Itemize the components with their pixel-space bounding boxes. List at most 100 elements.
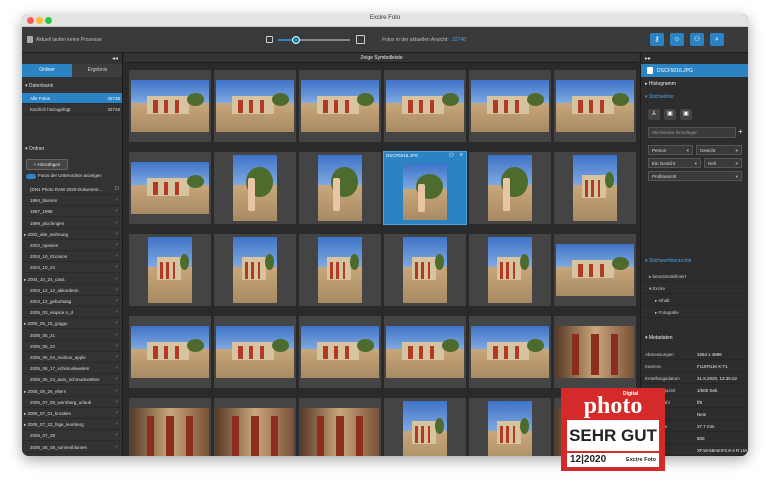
folder-item[interactable]: 2004_10_24 ✓ bbox=[22, 262, 122, 274]
keyword-tag[interactable]: Hell × bbox=[704, 158, 742, 168]
thumbnail-size-slider[interactable] bbox=[278, 36, 350, 44]
folder-item[interactable]: 2004_10_01canon ✓ bbox=[22, 251, 122, 263]
collapse-left-icon[interactable]: ◂◂ bbox=[112, 55, 118, 62]
thumbnail-cell[interactable] bbox=[554, 234, 636, 306]
collapse-right-icon[interactable]: ▸▸ bbox=[645, 55, 651, 62]
folder-item[interactable]: 1994_blumen ✓ bbox=[22, 195, 122, 207]
metadata-key: Erstellungsdatum bbox=[645, 376, 680, 381]
hierarchy-item[interactable]: ▸ benutzerdefiniert bbox=[641, 271, 748, 282]
search-icon[interactable]: ⌕ bbox=[710, 33, 724, 46]
thumbnail-cell[interactable] bbox=[384, 316, 466, 388]
thumbnail-cell[interactable] bbox=[469, 398, 551, 456]
key-icon[interactable]: ⚷ bbox=[650, 33, 664, 46]
database-header[interactable]: ▾ Datenbank bbox=[22, 81, 122, 92]
folder-item[interactable]: 2005_06_24_auto_schmuckwelten ✓ bbox=[22, 374, 122, 386]
tab-results[interactable]: Ergebnis bbox=[72, 64, 122, 77]
folder-item[interactable]: ▸ 2004_10_24_casa ✓ bbox=[22, 274, 122, 285]
slider-knob[interactable] bbox=[292, 36, 300, 44]
thumbnail-cell[interactable] bbox=[129, 70, 211, 142]
add-image-icon[interactable]: ▣ bbox=[664, 109, 676, 120]
thumbnail-cell[interactable] bbox=[129, 234, 211, 306]
db-row-label: Alle Fotos bbox=[30, 96, 51, 101]
thumbnail-cell[interactable] bbox=[554, 152, 636, 224]
thumbnail-cell[interactable]: DSCF5016.JPG ⚇ ⌕ bbox=[383, 151, 467, 225]
thumbnail-cell[interactable] bbox=[384, 70, 466, 142]
folder-item[interactable]: ▸ 2005_06_26_eltern ✓ bbox=[22, 386, 122, 397]
thumbnail-cell[interactable] bbox=[299, 398, 381, 456]
folder-item[interactable]: 2005_07_06_wernberg_urlaub ✓ bbox=[22, 397, 122, 408]
add-keyword-icon[interactable]: + bbox=[738, 127, 748, 138]
folder-item[interactable]: 2005_05_22 ✓ bbox=[22, 341, 122, 352]
remove-tag-icon[interactable]: × bbox=[694, 159, 697, 168]
people-icon[interactable]: ⚇ bbox=[690, 33, 704, 46]
face-icon[interactable]: ☺ bbox=[670, 33, 684, 46]
histogram-header[interactable]: ▸ Histogramm bbox=[641, 81, 748, 87]
symbol-bar-toggle[interactable]: Zeige Symbolleiste bbox=[124, 53, 639, 63]
keywords-header[interactable]: ▾ Stichwörter bbox=[641, 94, 748, 100]
folder-item[interactable]: 2005_07_28 ✓ bbox=[22, 430, 122, 442]
thumbnail-cell[interactable] bbox=[214, 316, 296, 388]
thumbnail-cell[interactable] bbox=[214, 234, 296, 306]
folder-item[interactable]: (DN1 Photo RAW 2020-Dokument… ☐ bbox=[22, 184, 122, 195]
folder-item[interactable]: 1997_1998 ✓ bbox=[22, 206, 122, 218]
metadata-header[interactable]: ▾ Metadaten bbox=[641, 335, 748, 341]
folder-item[interactable]: 2004_12_geburtstag ✓ bbox=[22, 296, 122, 307]
thumbnail-cell[interactable] bbox=[299, 70, 381, 142]
hierarchy-item[interactable]: ▸ Inhalt bbox=[641, 295, 748, 306]
tab-folders[interactable]: Ordner bbox=[22, 64, 72, 77]
keyword-tag[interactable]: Ein Gesicht × bbox=[648, 158, 701, 168]
small-thumbnail-icon[interactable] bbox=[266, 36, 273, 43]
folder-item[interactable]: 2004_12_12_akkordeon ✓ bbox=[22, 285, 122, 296]
folders-header[interactable]: ▾ Ordner bbox=[22, 144, 122, 155]
thumbnail-cell[interactable] bbox=[384, 398, 466, 456]
thumbnail-cell[interactable] bbox=[129, 152, 211, 224]
keyword-tag[interactable]: Person × bbox=[648, 145, 693, 155]
remove-tag-icon[interactable]: × bbox=[686, 146, 689, 155]
thumbnail-cell[interactable] bbox=[554, 70, 636, 142]
thumbnail-cell[interactable] bbox=[384, 234, 466, 306]
keyword-tag[interactable]: Profilansicht × bbox=[648, 171, 742, 181]
folder-item[interactable]: 2005_03_elopice n_d ✓ bbox=[22, 307, 122, 319]
db-row-all-photos[interactable]: Alle Fotos 32748 bbox=[22, 93, 122, 104]
thumbnail-cell[interactable] bbox=[554, 316, 636, 388]
thumbnail-cell[interactable] bbox=[299, 152, 381, 224]
thumbnail-cell[interactable] bbox=[214, 398, 296, 456]
thumbnail-cell[interactable] bbox=[129, 316, 211, 388]
folder-item[interactable]: ▸ 2005_05_15_goggo ✓ bbox=[22, 318, 122, 330]
thumbnail-cell[interactable] bbox=[214, 152, 296, 224]
search-icon[interactable]: ⌕ bbox=[460, 152, 463, 159]
people-icon[interactable]: ⚇ bbox=[449, 152, 454, 159]
remove-tag-icon[interactable]: × bbox=[735, 172, 738, 181]
thumbnail-cell[interactable] bbox=[469, 152, 551, 224]
add-folder-button[interactable]: + Hinzufügen bbox=[26, 159, 68, 170]
folder-item[interactable]: ▸ 2005_07_01_kroatien ✓ bbox=[22, 408, 122, 419]
folder-label: 2005_06_04_markus_apple bbox=[30, 355, 86, 360]
subfolder-toggle[interactable] bbox=[26, 174, 36, 179]
thumbnail-cell[interactable] bbox=[214, 70, 296, 142]
thumbnail-cell[interactable] bbox=[469, 316, 551, 388]
keyword-tag[interactable]: Gesicht × bbox=[696, 145, 742, 155]
folder-item[interactable]: 2005_08_08_sonnenblumen ✓ bbox=[22, 442, 122, 453]
folder-item[interactable]: 2005_05_21 ✓ bbox=[22, 330, 122, 341]
folder-item[interactable]: 2005_06_17_schimuskweiten ✓ bbox=[22, 363, 122, 375]
remove-tag-icon[interactable]: × bbox=[735, 159, 738, 168]
folder-item[interactable]: ▸ 2005_07_22_löge_leonberg ✓ bbox=[22, 419, 122, 431]
remove-image-icon[interactable]: ▣ bbox=[680, 109, 692, 120]
hierarchy-header[interactable]: ▾ Stichworthierarchie bbox=[641, 258, 748, 264]
keyword-input[interactable]: Stichwörter hinzufügen bbox=[648, 127, 736, 138]
thumbnail-cell[interactable] bbox=[129, 398, 211, 456]
folder-item[interactable]: 2002_spanien ✓ bbox=[22, 240, 122, 251]
large-thumbnail-icon[interactable] bbox=[356, 35, 365, 44]
folder-item[interactable]: ▸ 2002_alte_wohnung ✓ bbox=[22, 229, 122, 240]
db-row-recent[interactable]: Kürzlich hinzugefügt 32748 bbox=[22, 104, 122, 115]
folder-item[interactable]: 1999_plochingen ✓ bbox=[22, 218, 122, 229]
thumbnail-cell[interactable] bbox=[469, 70, 551, 142]
person-tag-icon[interactable]: ⅄ bbox=[648, 109, 660, 120]
thumbnail-cell[interactable] bbox=[469, 234, 551, 306]
hierarchy-item[interactable]: ▸ Fotografie bbox=[641, 307, 748, 318]
hierarchy-item[interactable]: ▾ Excire bbox=[641, 283, 748, 294]
remove-tag-icon[interactable]: × bbox=[735, 146, 738, 155]
thumbnail-cell[interactable] bbox=[299, 316, 381, 388]
thumbnail-cell[interactable] bbox=[299, 234, 381, 306]
folder-item[interactable]: 2005_06_04_markus_apple ✓ bbox=[22, 352, 122, 363]
